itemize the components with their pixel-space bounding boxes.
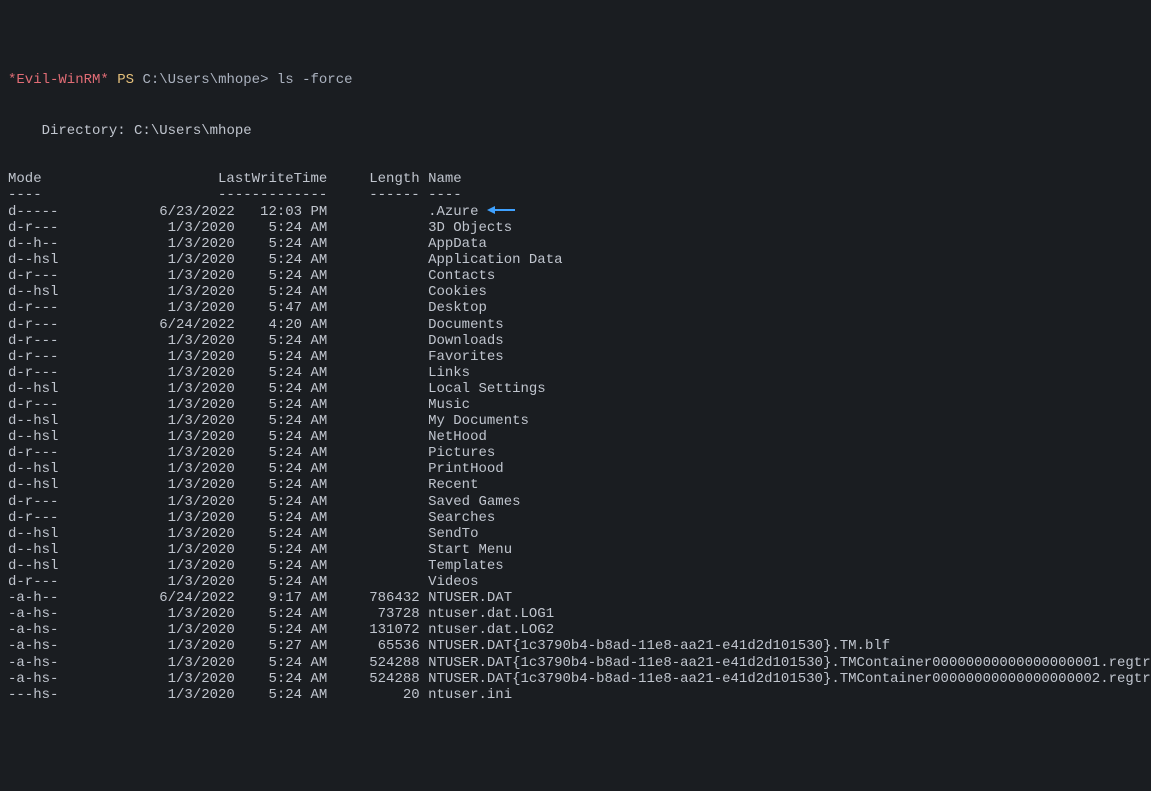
list-item: d--hsl 1/3/2020 5:24 AM [8, 252, 428, 268]
list-item: d--hsl 1/3/2020 5:24 AM [8, 381, 428, 397]
list-item: -a-h-- 6/24/2022 9:17 AM 786432 [8, 590, 428, 606]
list-item: d----- 6/23/2022 12:03 PM [8, 204, 428, 220]
list-item: d-r--- 1/3/2020 5:24 AM [8, 333, 428, 349]
file-name: NTUSER.DAT{1c3790b4-b8ad-11e8-aa21-e41d2… [428, 671, 1151, 687]
list-item: d-r--- 1/3/2020 5:24 AM [8, 494, 428, 510]
file-name: Videos [428, 574, 478, 590]
list-item: -a-hs- 1/3/2020 5:24 AM 131072 [8, 622, 428, 638]
file-name: Templates [428, 558, 504, 574]
list-item: -a-hs- 1/3/2020 5:24 AM 73728 [8, 606, 428, 622]
file-name: My Documents [428, 413, 529, 429]
list-item: -a-hs- 1/3/2020 5:27 AM 65536 [8, 638, 428, 654]
file-name: Pictures [428, 445, 495, 461]
column-underline: ---- ------------- ------ ---- [8, 187, 462, 203]
file-name: Local Settings [428, 381, 546, 397]
list-item: -a-hs- 1/3/2020 5:24 AM 524288 [8, 655, 428, 671]
list-item: d-r--- 6/24/2022 4:20 AM [8, 317, 428, 333]
list-item: d--hsl 1/3/2020 5:24 AM [8, 429, 428, 445]
list-item: d--h-- 1/3/2020 5:24 AM [8, 236, 428, 252]
file-name: Documents [428, 317, 504, 333]
file-name: Start Menu [428, 542, 512, 558]
file-name: 3D Objects [428, 220, 512, 236]
list-item: d-r--- 1/3/2020 5:47 AM [8, 300, 428, 316]
file-name: NetHood [428, 429, 487, 445]
file-name: Recent [428, 477, 478, 493]
file-name: Searches [428, 510, 495, 526]
list-item: d--hsl 1/3/2020 5:24 AM [8, 413, 428, 429]
prompt-path: C:\Users\mhope> [142, 72, 268, 88]
list-item: d-r--- 1/3/2020 5:24 AM [8, 445, 428, 461]
file-name: NTUSER.DAT{1c3790b4-b8ad-11e8-aa21-e41d2… [428, 638, 890, 654]
file-name: Application Data [428, 252, 562, 268]
prompt-line: *Evil-WinRM* PS C:\Users\mhope> ls -forc… [8, 72, 1143, 88]
list-item: d-r--- 1/3/2020 5:24 AM [8, 365, 428, 381]
list-item: d-r--- 1/3/2020 5:24 AM [8, 220, 428, 236]
file-name: NTUSER.DAT [428, 590, 512, 606]
file-name: ntuser.dat.LOG1 [428, 606, 554, 622]
list-item: d--hsl 1/3/2020 5:24 AM [8, 526, 428, 542]
list-item: d-r--- 1/3/2020 5:24 AM [8, 574, 428, 590]
file-name: .Azure [428, 204, 478, 220]
file-name: PrintHood [428, 461, 504, 477]
list-item: -a-hs- 1/3/2020 5:24 AM 524288 [8, 671, 428, 687]
file-name: Saved Games [428, 494, 520, 510]
evil-winrm-label: *Evil-WinRM* [8, 72, 109, 88]
file-name: Music [428, 397, 470, 413]
file-name: ntuser.dat.LOG2 [428, 622, 554, 638]
directory-path: C:\Users\mhope [134, 123, 252, 139]
file-name: AppData [428, 236, 487, 252]
arrow-left-icon [487, 203, 515, 219]
file-name: ntuser.ini [428, 687, 512, 703]
list-item: d-r--- 1/3/2020 5:24 AM [8, 349, 428, 365]
list-item: d-r--- 1/3/2020 5:24 AM [8, 397, 428, 413]
file-name: SendTo [428, 526, 478, 542]
list-item: d-r--- 1/3/2020 5:24 AM [8, 268, 428, 284]
file-name: Favorites [428, 349, 504, 365]
directory-label: Directory: [8, 123, 134, 139]
list-item: d--hsl 1/3/2020 5:24 AM [8, 477, 428, 493]
list-item: d-r--- 1/3/2020 5:24 AM [8, 510, 428, 526]
column-headers: Mode LastWriteTime Length Name [8, 171, 462, 187]
file-name: Contacts [428, 268, 495, 284]
prompt-command: ls -force [277, 72, 353, 88]
file-name: Downloads [428, 333, 504, 349]
file-name: Links [428, 365, 470, 381]
ps-label: PS [117, 72, 134, 88]
list-item: d--hsl 1/3/2020 5:24 AM [8, 542, 428, 558]
list-item: d--hsl 1/3/2020 5:24 AM [8, 461, 428, 477]
list-item: d--hsl 1/3/2020 5:24 AM [8, 558, 428, 574]
file-name: Desktop [428, 300, 487, 316]
file-name: Cookies [428, 284, 487, 300]
terminal-output[interactable]: *Evil-WinRM* PS C:\Users\mhope> ls -forc… [8, 72, 1143, 702]
list-item: ---hs- 1/3/2020 5:24 AM 20 [8, 687, 428, 703]
file-name: NTUSER.DAT{1c3790b4-b8ad-11e8-aa21-e41d2… [428, 655, 1151, 671]
list-item: d--hsl 1/3/2020 5:24 AM [8, 284, 428, 300]
